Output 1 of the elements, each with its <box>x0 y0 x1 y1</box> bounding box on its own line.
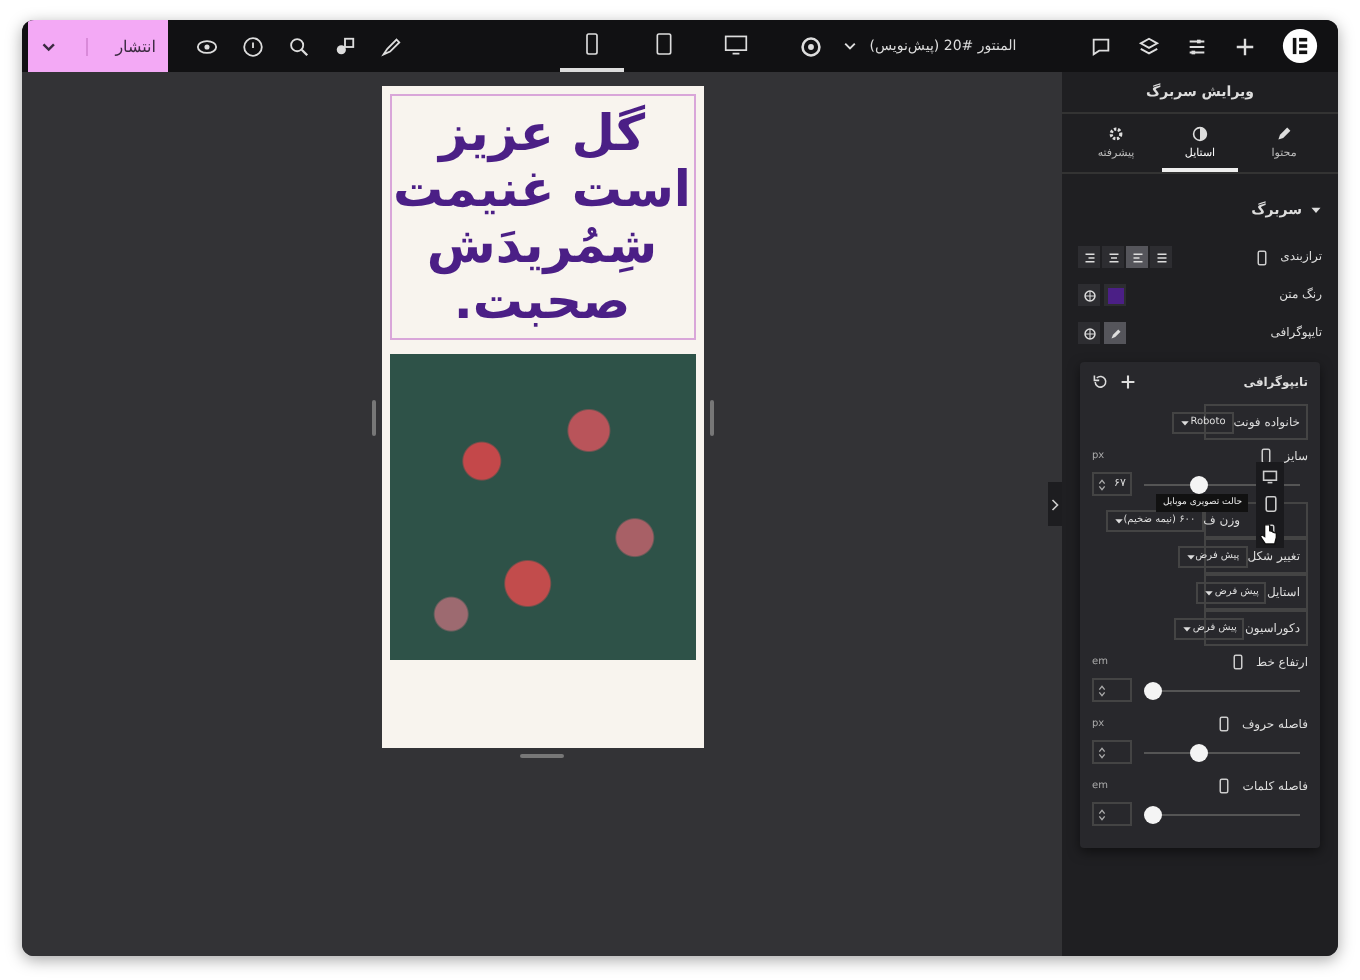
publish-button[interactable]: انتشار <box>28 20 168 72</box>
